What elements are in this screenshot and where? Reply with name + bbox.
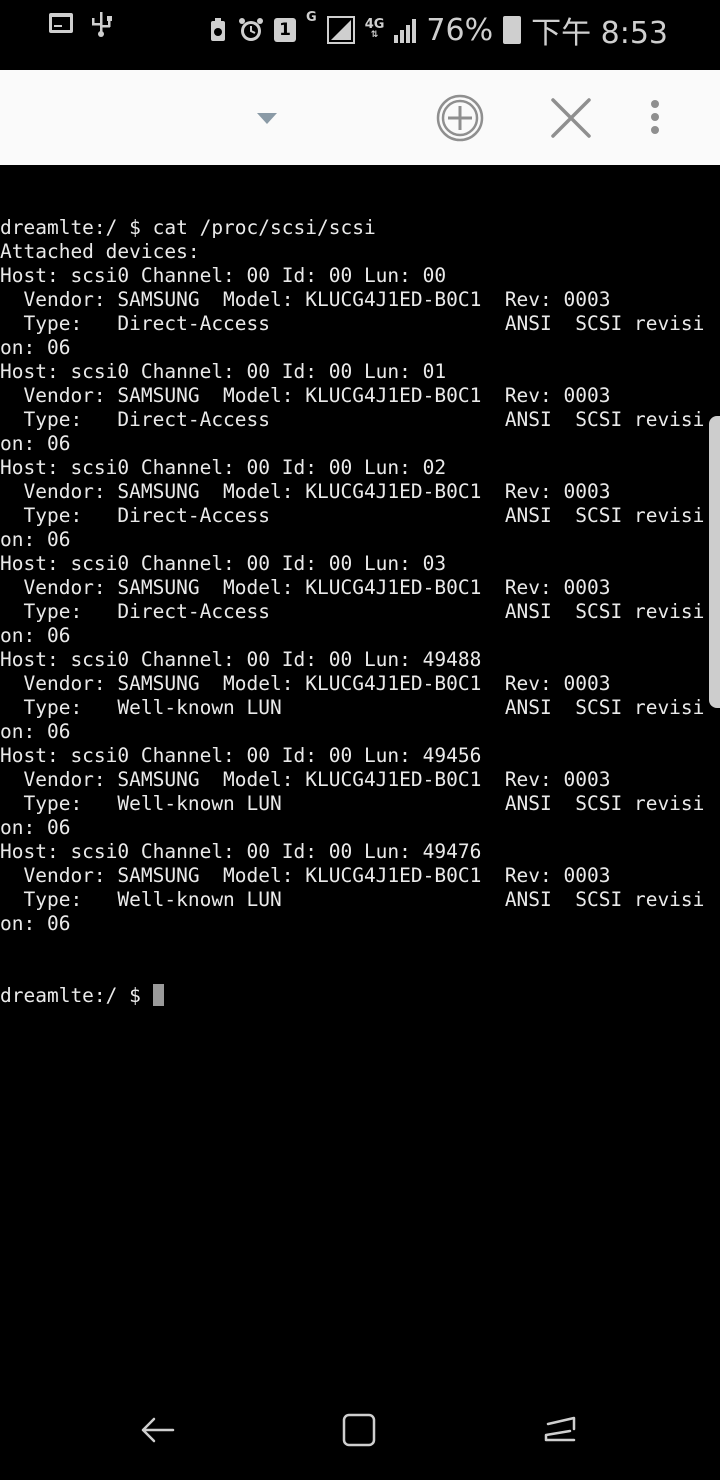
terminal-toolbar [0, 70, 720, 165]
lte-signal-icon [394, 17, 417, 43]
terminal-line: on: 06 [0, 816, 71, 839]
add-circle-icon[interactable] [435, 93, 485, 143]
terminal-output[interactable]: dreamlte:/ $ cat /proc/scsi/scsi Attached… [0, 168, 720, 1368]
close-icon[interactable] [546, 93, 596, 143]
terminal-line: Vendor: SAMSUNG Model: KLUCG4J1ED-B0C1 R… [0, 672, 611, 695]
terminal-line: Type: Well-known LUN ANSI SCSI revisi [0, 888, 705, 911]
terminal-line: Host: scsi0 Channel: 00 Id: 00 Lun: 03 [0, 552, 447, 575]
terminal-line: Host: scsi0 Channel: 00 Id: 00 Lun: 02 [0, 456, 447, 479]
terminal-line: Type: Direct-Access ANSI SCSI revisi [0, 600, 705, 623]
battery-percent: 76% [426, 12, 494, 48]
system-icons: 1 G 4G ⇅ 76% 下午 8:53 [208, 8, 668, 52]
terminal-cursor [152, 984, 164, 1006]
recents-icon[interactable] [540, 1410, 580, 1450]
alarm-icon [239, 18, 264, 41]
terminal-line: Vendor: SAMSUNG Model: KLUCG4J1ED-B0C1 R… [0, 480, 611, 503]
sim-icon: 1 [274, 18, 297, 42]
terminal-line: Type: Direct-Access ANSI SCSI revisi [0, 408, 705, 431]
terminal-line: on: 06 [0, 528, 71, 551]
terminal-line: on: 06 [0, 432, 71, 455]
terminal-line: Vendor: SAMSUNG Model: KLUCG4J1ED-B0C1 R… [0, 768, 611, 791]
home-icon[interactable] [339, 1410, 379, 1450]
scroll-handle[interactable] [709, 416, 720, 708]
usb-icon [92, 12, 112, 37]
terminal-prompt-line[interactable]: dreamlte:/ $ [0, 984, 720, 1008]
signal-icon [326, 16, 355, 44]
terminal-line: Type: Direct-Access ANSI SCSI revisi [0, 504, 705, 527]
terminal-line: Vendor: SAMSUNG Model: KLUCG4J1ED-B0C1 R… [0, 384, 611, 407]
notification-icons [48, 10, 114, 38]
navigation-bar [0, 1380, 720, 1480]
terminal-line: Host: scsi0 Channel: 00 Id: 00 Lun: 4945… [0, 744, 482, 767]
network-g-label: G [306, 10, 317, 25]
terminal-line: Vendor: SAMSUNG Model: KLUCG4J1ED-B0C1 R… [0, 864, 611, 887]
terminal-line: on: 06 [0, 336, 71, 359]
terminal-line: Vendor: SAMSUNG Model: KLUCG4J1ED-B0C1 R… [0, 288, 611, 311]
terminal-line: on: 06 [0, 912, 71, 935]
terminal-line: Attached devices: [0, 240, 200, 263]
chevron-down-icon[interactable] [257, 113, 277, 124]
terminal-line: Host: scsi0 Channel: 00 Id: 00 Lun: 00 [0, 264, 447, 287]
terminal-line: dreamlte:/ $ cat /proc/scsi/scsi [0, 216, 376, 239]
terminal-icon [49, 13, 73, 33]
back-icon[interactable] [138, 1410, 178, 1450]
clock: 下午 8:53 [531, 16, 668, 51]
terminal-prompt: dreamlte:/ $ [0, 984, 153, 1007]
terminal-lines: dreamlte:/ $ cat /proc/scsi/scsi Attached… [0, 216, 720, 936]
battery-saver-icon [211, 18, 226, 41]
terminal-line: Type: Direct-Access ANSI SCSI revisi [0, 312, 705, 335]
terminal-line: on: 06 [0, 624, 71, 647]
more-vertical-icon[interactable] [640, 93, 670, 143]
network-4g-label: 4G [364, 17, 385, 32]
status-bar: 1 G 4G ⇅ 76% 下午 8:53 [0, 0, 720, 70]
terminal-line: on: 06 [0, 720, 71, 743]
terminal-line: Type: Well-known LUN ANSI SCSI revisi [0, 792, 705, 815]
terminal-line: Host: scsi0 Channel: 00 Id: 00 Lun: 01 [0, 360, 447, 383]
terminal-line: Vendor: SAMSUNG Model: KLUCG4J1ED-B0C1 R… [0, 576, 611, 599]
data-arrows-icon: ⇅ [370, 30, 379, 40]
terminal-line: Type: Well-known LUN ANSI SCSI revisi [0, 696, 705, 719]
terminal-line: Host: scsi0 Channel: 00 Id: 00 Lun: 4947… [0, 840, 482, 863]
battery-icon [503, 16, 522, 44]
terminal-line: Host: scsi0 Channel: 00 Id: 00 Lun: 4948… [0, 648, 482, 671]
